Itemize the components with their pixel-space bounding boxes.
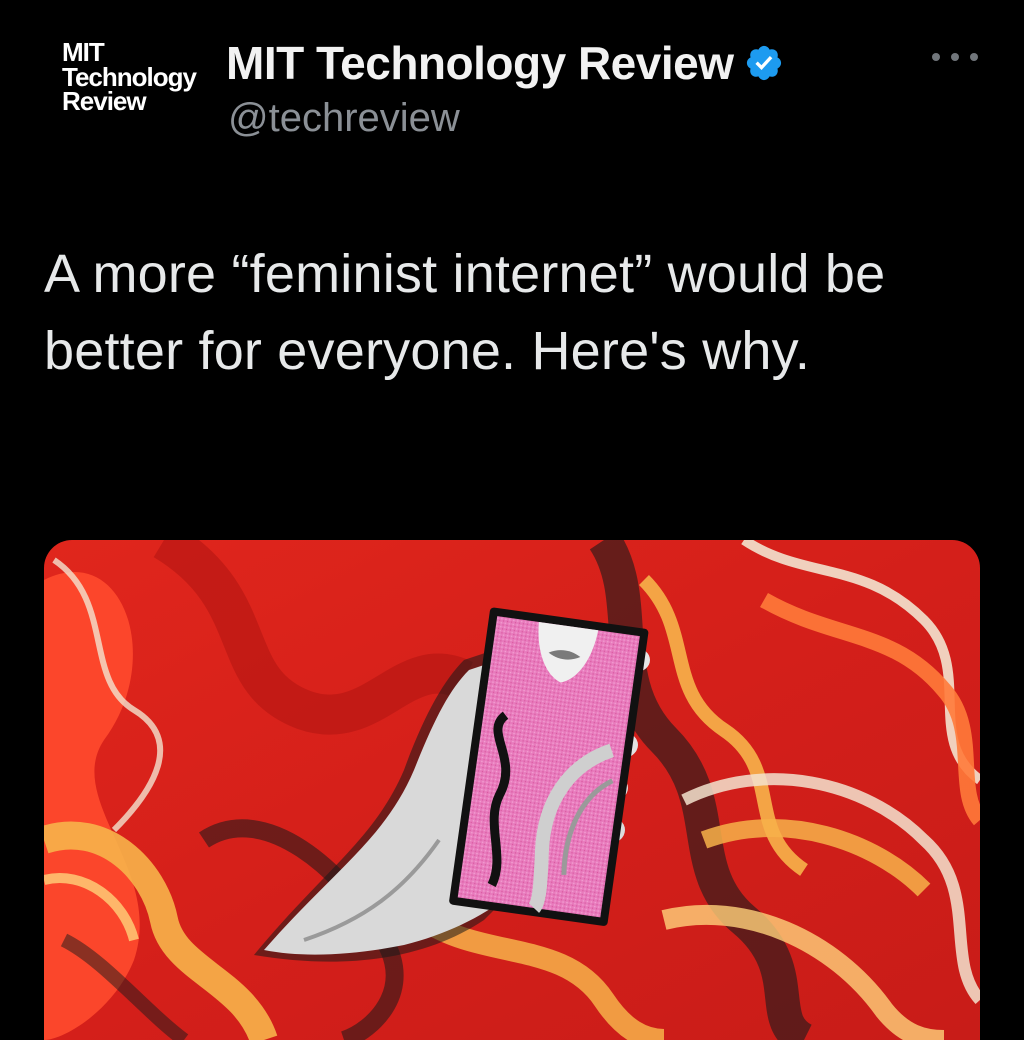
dot-icon (951, 53, 959, 61)
tweet: MIT Technology Review MIT Technology Rev… (0, 0, 1024, 1040)
avatar[interactable]: MIT Technology Review (52, 37, 202, 130)
illustration (44, 540, 980, 1040)
logo-line-3: Review (62, 86, 147, 117)
logo-line-1: MIT (62, 37, 105, 67)
tweet-text: A more “feminist internet” would be bett… (44, 244, 886, 381)
dot-icon (932, 53, 940, 61)
tweet-media-image[interactable] (44, 540, 980, 1040)
dot-icon (970, 53, 978, 61)
author-handle[interactable]: @techreview (228, 96, 460, 141)
author-display-name[interactable]: MIT Technology Review (226, 36, 734, 90)
author-name-row: MIT Technology Review (226, 36, 784, 90)
more-options-icon[interactable] (932, 44, 978, 70)
verified-badge-icon (744, 43, 784, 83)
